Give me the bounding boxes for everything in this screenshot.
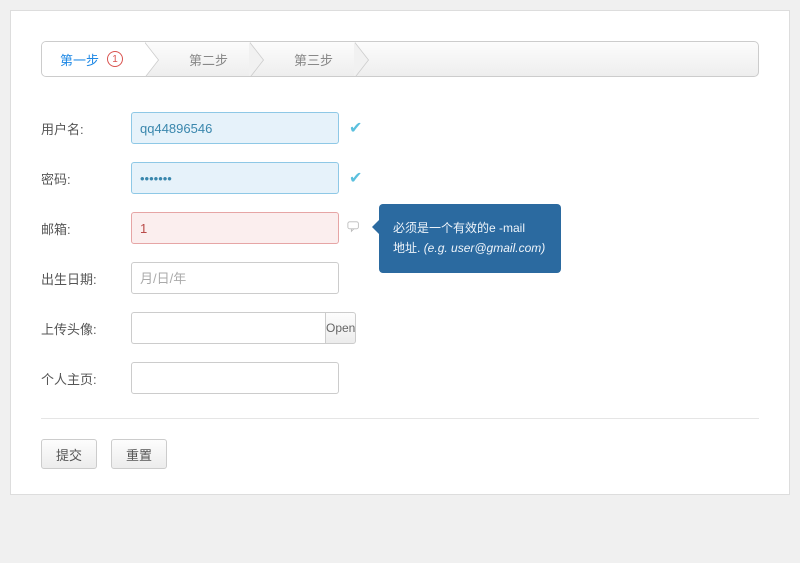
- reset-button[interactable]: 重置: [111, 439, 167, 469]
- row-avatar: 上传头像: Open: [41, 312, 759, 344]
- label-password: 密码:: [41, 169, 131, 188]
- row-email: 邮箱: 必须是一个有效的e -mail 地址. (e.g. user@gmail…: [41, 212, 759, 244]
- label-email: 邮箱:: [41, 219, 131, 238]
- row-birth: 出生日期:: [41, 262, 759, 294]
- step-arrow-1: [145, 42, 159, 76]
- row-password: 密码: ✔: [41, 162, 759, 194]
- step-3[interactable]: 第三步: [264, 42, 355, 76]
- step-arrow-3: [355, 42, 369, 76]
- step-2[interactable]: 第二步: [159, 42, 250, 76]
- divider: [41, 418, 759, 419]
- form-panel: 第一步 1 第二步 第三步 用户名: ✔ 密码: ✔ 邮箱:: [10, 10, 790, 495]
- label-username: 用户名:: [41, 119, 131, 138]
- speech-bubble-icon: [347, 220, 361, 237]
- label-avatar: 上传头像:: [41, 319, 131, 338]
- step-3-label: 第三步: [294, 50, 333, 69]
- step-arrow-2: [250, 42, 264, 76]
- label-birth: 出生日期:: [41, 269, 131, 288]
- step-1-label: 第一步: [60, 50, 99, 69]
- input-avatar-path[interactable]: [131, 312, 325, 344]
- label-homepage: 个人主页:: [41, 369, 131, 388]
- input-email[interactable]: [131, 212, 339, 244]
- row-homepage: 个人主页:: [41, 362, 759, 394]
- input-password[interactable]: [131, 162, 339, 194]
- submit-button[interactable]: 提交: [41, 439, 97, 469]
- checkmark-icon: ✔: [349, 118, 362, 138]
- open-button[interactable]: Open: [325, 312, 356, 344]
- file-input-group: Open: [131, 312, 339, 344]
- tooltip-line2: 地址.: [393, 241, 420, 255]
- step-1[interactable]: 第一步 1: [42, 42, 145, 76]
- checkmark-icon: ✔: [349, 168, 362, 188]
- tooltip-example: (e.g. user@gmail.com): [424, 241, 546, 255]
- step-2-label: 第二步: [189, 50, 228, 69]
- form-actions: 提交 重置: [41, 439, 759, 469]
- step-1-badge: 1: [107, 51, 123, 67]
- step-wizard: 第一步 1 第二步 第三步: [41, 41, 759, 77]
- input-birth[interactable]: [131, 262, 339, 294]
- input-homepage[interactable]: [131, 362, 339, 394]
- row-username: 用户名: ✔: [41, 112, 759, 144]
- input-username[interactable]: [131, 112, 339, 144]
- tooltip-line1: 必须是一个有效的e -mail: [393, 221, 525, 235]
